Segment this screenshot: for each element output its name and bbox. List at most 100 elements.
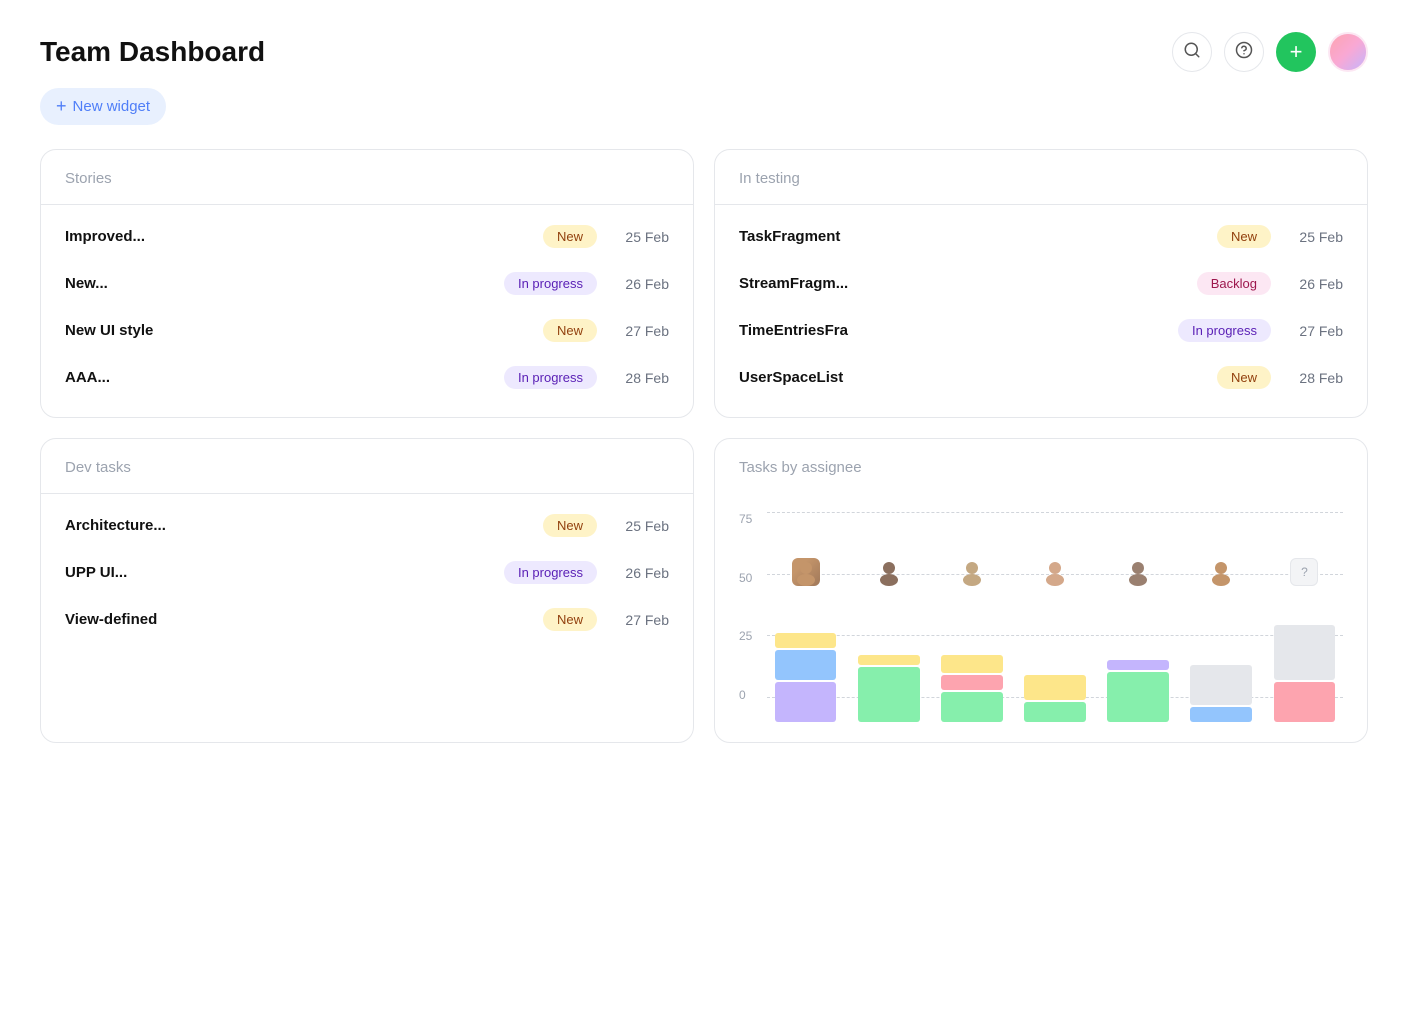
task-name: New... <box>65 275 492 292</box>
dashboard-grid: Stories Improved... New 25 Feb New... In… <box>40 149 1368 743</box>
bar-stack <box>933 592 1010 722</box>
bar-segment <box>941 675 1003 690</box>
bar-group <box>767 558 844 722</box>
y-axis-label-0: 0 <box>739 688 767 702</box>
help-icon <box>1235 41 1253 64</box>
bar-segment <box>1107 672 1169 722</box>
search-icon <box>1183 41 1201 64</box>
header-actions: + <box>1172 32 1368 72</box>
assignee-avatar <box>1124 558 1152 586</box>
task-name: View-defined <box>65 611 531 628</box>
y-axis-label-75: 75 <box>739 512 767 526</box>
table-row: UPP UI... In progress 26 Feb <box>65 549 669 596</box>
in-testing-card: In testing TaskFragment New 25 Feb Strea… <box>714 149 1368 418</box>
new-widget-label: New widget <box>73 98 151 115</box>
bar-stack <box>767 592 844 722</box>
task-name: UserSpaceList <box>739 369 1205 386</box>
stories-card-body: Improved... New 25 Feb New... In progres… <box>41 205 693 417</box>
bar-stack <box>1266 592 1343 722</box>
in-testing-card-header: In testing <box>715 150 1367 205</box>
task-date: 25 Feb <box>1283 229 1343 245</box>
assignee-avatar <box>1041 558 1069 586</box>
chart-area: 75 50 25 0 <box>739 492 1343 722</box>
status-badge: Backlog <box>1197 272 1271 295</box>
in-testing-card-title: In testing <box>739 170 800 187</box>
assignee-avatar <box>1207 558 1235 586</box>
dev-tasks-card-body: Architecture... New 25 Feb UPP UI... In … <box>41 494 693 659</box>
task-name: UPP UI... <box>65 564 492 581</box>
table-row: StreamFragm... Backlog 26 Feb <box>739 260 1343 307</box>
status-badge: In progress <box>1178 319 1271 342</box>
task-date: 28 Feb <box>609 370 669 386</box>
dev-tasks-card: Dev tasks Architecture... New 25 Feb UPP… <box>40 438 694 743</box>
task-name: TimeEntriesFra <box>739 322 1166 339</box>
add-button[interactable]: + <box>1276 32 1316 72</box>
bar-stack <box>1100 592 1177 722</box>
table-row: New... In progress 26 Feb <box>65 260 669 307</box>
table-row: New UI style New 27 Feb <box>65 307 669 354</box>
task-date: 27 Feb <box>609 612 669 628</box>
bar-segment <box>1107 660 1169 670</box>
bar-segment <box>1274 682 1336 722</box>
status-badge: New <box>543 608 597 631</box>
bar-segment <box>775 650 837 680</box>
user-avatar[interactable] <box>1328 32 1368 72</box>
table-row: Architecture... New 25 Feb <box>65 502 669 549</box>
assignee-avatar <box>875 558 903 586</box>
task-name: AAA... <box>65 369 492 386</box>
new-widget-button[interactable]: + New widget <box>40 88 166 125</box>
page-header: Team Dashboard + <box>40 32 1368 72</box>
bar-stack <box>1016 592 1093 722</box>
task-date: 27 Feb <box>609 323 669 339</box>
table-row: UserSpaceList New 28 Feb <box>739 354 1343 401</box>
bar-segment <box>941 655 1003 673</box>
task-name: Architecture... <box>65 517 531 534</box>
status-badge: In progress <box>504 561 597 584</box>
status-badge: In progress <box>504 272 597 295</box>
task-date: 26 Feb <box>609 565 669 581</box>
bar-segment <box>775 682 837 722</box>
bar-segment <box>1274 625 1336 680</box>
header-left: Team Dashboard <box>40 36 265 68</box>
task-date: 28 Feb <box>1283 370 1343 386</box>
search-button[interactable] <box>1172 32 1212 72</box>
chart-card: Tasks by assignee 75 50 25 0 <box>714 438 1368 743</box>
bar-segment <box>858 655 920 665</box>
bar-segment <box>1190 707 1252 722</box>
task-date: 25 Feb <box>609 229 669 245</box>
bar-group <box>1183 558 1260 722</box>
task-name: New UI style <box>65 322 531 339</box>
bar-stack <box>1183 592 1260 722</box>
bar-segment <box>1190 665 1252 705</box>
table-row: Improved... New 25 Feb <box>65 213 669 260</box>
stories-card-header: Stories <box>41 150 693 205</box>
table-row: TimeEntriesFra In progress 27 Feb <box>739 307 1343 354</box>
bar-group <box>1100 558 1177 722</box>
bar-stack <box>850 592 927 722</box>
stories-card: Stories Improved... New 25 Feb New... In… <box>40 149 694 418</box>
bar-segment <box>775 633 837 648</box>
bar-group <box>1016 558 1093 722</box>
status-badge: New <box>543 514 597 537</box>
status-badge: New <box>1217 225 1271 248</box>
assignee-avatar <box>792 558 820 586</box>
bar-segment <box>858 667 920 722</box>
bar-segment <box>941 692 1003 722</box>
task-name: TaskFragment <box>739 228 1205 245</box>
table-row: TaskFragment New 25 Feb <box>739 213 1343 260</box>
status-badge: New <box>543 225 597 248</box>
status-badge: In progress <box>504 366 597 389</box>
y-axis-label-50: 50 <box>739 571 767 585</box>
assignee-avatar-placeholder: ? <box>1290 558 1318 586</box>
status-badge: New <box>1217 366 1271 389</box>
in-testing-card-body: TaskFragment New 25 Feb StreamFragm... B… <box>715 205 1367 417</box>
bar-segment <box>1024 702 1086 722</box>
bar-group: ? <box>1266 558 1343 722</box>
help-button[interactable] <box>1224 32 1264 72</box>
chart-title: Tasks by assignee <box>739 459 1343 476</box>
new-widget-plus-icon: + <box>56 96 67 117</box>
task-date: 26 Feb <box>609 276 669 292</box>
task-name: StreamFragm... <box>739 275 1185 292</box>
bar-segment <box>1024 675 1086 700</box>
stories-card-title: Stories <box>65 170 112 187</box>
